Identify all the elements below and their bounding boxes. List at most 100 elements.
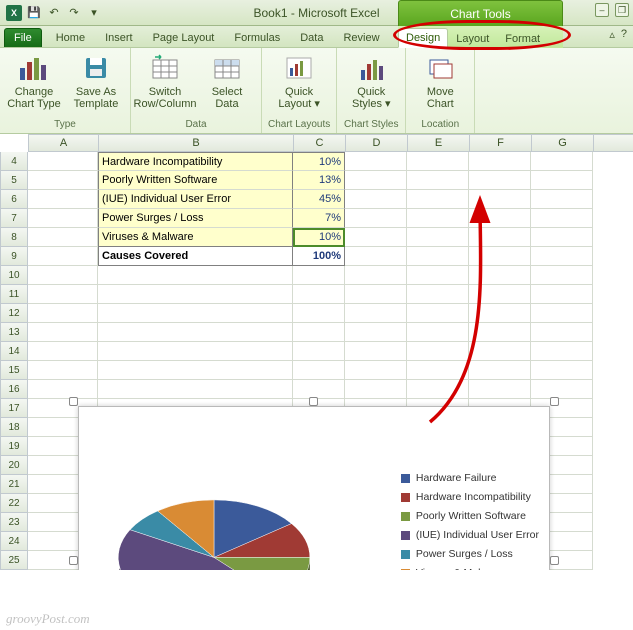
cell[interactable]: Poorly Written Software: [98, 171, 293, 190]
row-header[interactable]: 5: [0, 171, 28, 190]
move-chart[interactable]: MoveChart: [412, 52, 468, 110]
cell[interactable]: [469, 323, 531, 342]
cell[interactable]: [345, 209, 407, 228]
cell[interactable]: [531, 228, 593, 247]
switch-row-col[interactable]: SwitchRow/Column: [137, 52, 193, 110]
cell[interactable]: [293, 342, 345, 361]
cell[interactable]: [407, 380, 469, 399]
row-header[interactable]: 10: [0, 266, 28, 285]
row-header[interactable]: 19: [0, 437, 28, 456]
cell[interactable]: [98, 342, 293, 361]
cell[interactable]: [98, 380, 293, 399]
cell[interactable]: [407, 361, 469, 380]
row-header[interactable]: 22: [0, 494, 28, 513]
cell[interactable]: 100%: [293, 247, 345, 266]
col-header-G[interactable]: G: [532, 135, 594, 151]
cell[interactable]: [407, 152, 469, 171]
tab-formulas[interactable]: Formulas: [224, 28, 290, 47]
cell[interactable]: [469, 228, 531, 247]
cell[interactable]: [293, 266, 345, 285]
cell[interactable]: [407, 171, 469, 190]
cell[interactable]: [28, 323, 98, 342]
cell[interactable]: [407, 190, 469, 209]
cell[interactable]: [28, 342, 98, 361]
col-header-B[interactable]: B: [99, 135, 294, 151]
cell[interactable]: [345, 171, 407, 190]
cell[interactable]: 10%: [293, 228, 345, 247]
row-header[interactable]: 25: [0, 551, 28, 570]
tab-format[interactable]: Format: [497, 29, 548, 48]
cell[interactable]: [28, 228, 98, 247]
cell[interactable]: [345, 380, 407, 399]
row-header[interactable]: 11: [0, 285, 28, 304]
cell[interactable]: [407, 266, 469, 285]
row-header[interactable]: 8: [0, 228, 28, 247]
minimize-button[interactable]: –: [595, 3, 609, 17]
column-headers[interactable]: ABCDEFG: [28, 134, 633, 152]
tab-layout[interactable]: Layout: [448, 29, 497, 48]
tab-insert[interactable]: Insert: [95, 28, 143, 47]
col-header-E[interactable]: E: [408, 135, 470, 151]
cell[interactable]: [28, 266, 98, 285]
cell[interactable]: [407, 247, 469, 266]
tab-page-layout[interactable]: Page Layout: [143, 28, 225, 47]
row-header[interactable]: 14: [0, 342, 28, 361]
cell[interactable]: [407, 209, 469, 228]
cell[interactable]: [469, 171, 531, 190]
cell[interactable]: [345, 342, 407, 361]
row-header[interactable]: 12: [0, 304, 28, 323]
cell[interactable]: [407, 228, 469, 247]
cell[interactable]: [407, 323, 469, 342]
cell[interactable]: [28, 247, 98, 266]
cell[interactable]: [531, 152, 593, 171]
redo-icon[interactable]: ↷: [66, 5, 82, 21]
cell[interactable]: [469, 361, 531, 380]
col-header-F[interactable]: F: [470, 135, 532, 151]
cell[interactable]: [293, 323, 345, 342]
cell[interactable]: Causes Covered: [98, 247, 293, 266]
cell[interactable]: [531, 171, 593, 190]
qat-dropdown-icon[interactable]: ▾: [86, 5, 102, 21]
cell[interactable]: [345, 247, 407, 266]
cell[interactable]: [531, 190, 593, 209]
cell[interactable]: 45%: [293, 190, 345, 209]
cell[interactable]: Hardware Incompatibility: [98, 152, 293, 171]
worksheet[interactable]: ABCDEFG 4Hardware Incompatibility10%5Poo…: [0, 134, 633, 570]
cell[interactable]: [469, 247, 531, 266]
cell[interactable]: [531, 323, 593, 342]
cell[interactable]: [28, 285, 98, 304]
cell[interactable]: [531, 209, 593, 228]
row-header[interactable]: 23: [0, 513, 28, 532]
select-data[interactable]: SelectData: [199, 52, 255, 110]
row-header[interactable]: 6: [0, 190, 28, 209]
cell[interactable]: [531, 361, 593, 380]
cell[interactable]: [531, 247, 593, 266]
row-header[interactable]: 18: [0, 418, 28, 437]
cell[interactable]: [407, 304, 469, 323]
cell[interactable]: [98, 304, 293, 323]
row-header[interactable]: 15: [0, 361, 28, 380]
save-icon[interactable]: 💾: [26, 5, 42, 21]
tab-data[interactable]: Data: [290, 28, 333, 47]
cell[interactable]: (IUE) Individual User Error: [98, 190, 293, 209]
cell[interactable]: [345, 228, 407, 247]
col-header-C[interactable]: C: [294, 135, 346, 151]
restore-button[interactable]: ❐: [615, 3, 629, 17]
tab-review[interactable]: Review: [333, 28, 389, 47]
col-header-D[interactable]: D: [346, 135, 408, 151]
ribbon-minimize-icon[interactable]: ▵: [609, 28, 615, 41]
cell[interactable]: [345, 361, 407, 380]
cell[interactable]: [98, 266, 293, 285]
cell[interactable]: [28, 190, 98, 209]
cell[interactable]: [469, 342, 531, 361]
cell[interactable]: [469, 285, 531, 304]
quick-layout[interactable]: QuickLayout ▾: [271, 52, 327, 110]
cell[interactable]: [469, 304, 531, 323]
tab-design[interactable]: Design: [398, 28, 448, 48]
row-header[interactable]: 7: [0, 209, 28, 228]
cell[interactable]: [28, 171, 98, 190]
cell[interactable]: [469, 209, 531, 228]
cell[interactable]: 10%: [293, 152, 345, 171]
col-header-A[interactable]: A: [29, 135, 99, 151]
cell[interactable]: 7%: [293, 209, 345, 228]
